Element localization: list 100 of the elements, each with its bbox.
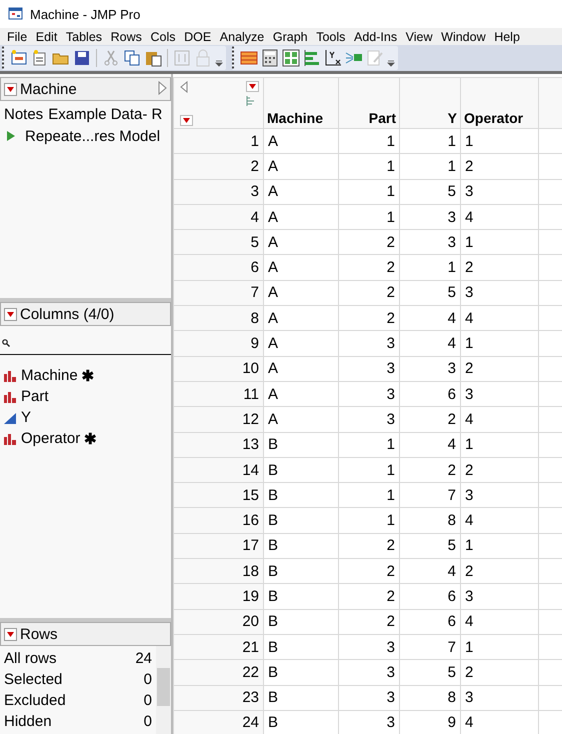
menu-item[interactable]: Tables xyxy=(62,30,108,44)
row-number[interactable]: 13 xyxy=(174,432,264,458)
row-number[interactable]: 9 xyxy=(174,330,264,356)
table-cell: A xyxy=(264,179,338,204)
column-name[interactable]: Operator xyxy=(21,430,80,447)
table-cell: 1 xyxy=(460,230,538,255)
table-cell: B xyxy=(264,533,338,559)
table-cell: 3 xyxy=(400,356,460,382)
menu-item[interactable]: View xyxy=(402,30,438,44)
table-cell: B xyxy=(264,508,338,534)
row-number[interactable]: 8 xyxy=(174,306,264,331)
row-number[interactable]: 21 xyxy=(174,634,264,660)
run-script-icon[interactable] xyxy=(6,130,16,142)
row-number[interactable]: 19 xyxy=(174,584,264,610)
column-name[interactable]: Part xyxy=(21,388,49,405)
row-number[interactable]: 10 xyxy=(174,356,264,382)
sort-icon[interactable] xyxy=(246,96,256,106)
menu-item[interactable]: Help xyxy=(491,30,526,44)
row-number[interactable]: 5 xyxy=(174,230,264,255)
grid-icon[interactable] xyxy=(282,49,300,67)
copy-icon[interactable] xyxy=(123,49,141,67)
row-number[interactable]: 24 xyxy=(174,710,264,734)
column-header[interactable]: Part xyxy=(338,78,400,128)
table-cell: A xyxy=(264,128,338,154)
table-cell: A xyxy=(264,381,338,407)
column-name[interactable]: Y xyxy=(21,409,32,426)
table-cell: A xyxy=(264,330,338,356)
table-cell: B xyxy=(264,609,338,634)
table-cell: 1 xyxy=(338,154,400,180)
table-cell: 2 xyxy=(460,254,538,280)
row-number[interactable]: 4 xyxy=(174,204,264,230)
fit-y-by-x-icon[interactable] xyxy=(324,49,342,67)
table-cell: 2 xyxy=(338,230,400,255)
row-number[interactable]: 3 xyxy=(174,179,264,204)
menu-item[interactable]: Tools xyxy=(313,30,351,44)
save-icon[interactable] xyxy=(73,49,91,67)
column-header[interactable]: Y xyxy=(400,78,460,128)
panel-title: Columns (4/0) xyxy=(20,306,114,322)
panel-title: Machine xyxy=(20,80,77,98)
paste-icon[interactable] xyxy=(144,49,162,67)
data-table-icon[interactable] xyxy=(240,49,258,67)
table-cell: 3 xyxy=(338,634,400,660)
row-state-label: Selected xyxy=(4,671,62,688)
table-variable-label[interactable]: Notes xyxy=(4,106,44,122)
table-cell: B xyxy=(264,584,338,610)
table-cell: B xyxy=(264,558,338,584)
new-table-icon[interactable] xyxy=(10,49,28,67)
calculator-icon[interactable] xyxy=(261,49,279,67)
collapse-icon[interactable] xyxy=(180,81,188,93)
menu-item[interactable]: Analyze xyxy=(216,30,270,44)
dropdown-icon[interactable] xyxy=(246,81,259,92)
nominal-icon xyxy=(4,370,17,382)
table-cell: B xyxy=(264,685,338,710)
row-number[interactable]: 20 xyxy=(174,609,264,634)
row-number[interactable]: 15 xyxy=(174,482,264,508)
row-state-label: All rows xyxy=(4,650,57,667)
row-number[interactable]: 16 xyxy=(174,508,264,534)
menu-item[interactable]: File xyxy=(4,30,33,44)
row-number[interactable]: 17 xyxy=(174,533,264,559)
table-cell: 2 xyxy=(338,584,400,610)
menu-item[interactable]: Cols xyxy=(147,30,182,44)
column-header[interactable]: Machine xyxy=(264,78,338,128)
row-number[interactable]: 12 xyxy=(174,406,264,432)
table-cell: 4 xyxy=(460,406,538,432)
row-number[interactable]: 6 xyxy=(174,254,264,280)
column-header[interactable]: Operator xyxy=(460,78,538,128)
table-script[interactable]: Repeate...res Model xyxy=(25,128,160,144)
dropdown-icon[interactable] xyxy=(180,115,193,126)
row-number[interactable]: 18 xyxy=(174,558,264,584)
table-cell: 1 xyxy=(338,204,400,230)
menu-item[interactable]: Graph xyxy=(270,30,314,44)
table-cell: 3 xyxy=(338,356,400,382)
table-cell: B xyxy=(264,634,338,660)
table-cell: 2 xyxy=(338,254,400,280)
dropdown-icon[interactable] xyxy=(4,82,17,96)
dropdown-icon[interactable] xyxy=(4,308,17,320)
table-cell: A xyxy=(264,356,338,382)
row-number[interactable]: 22 xyxy=(174,660,264,686)
collapse-icon[interactable] xyxy=(158,81,167,95)
table-cell: 1 xyxy=(460,634,538,660)
bar-chart-icon[interactable] xyxy=(303,49,321,67)
table-cell: 3 xyxy=(338,660,400,686)
role-icon: ✱ xyxy=(84,430,98,448)
menu-item[interactable]: DOE xyxy=(181,30,217,44)
row-number[interactable]: 2 xyxy=(174,154,264,180)
scrollbar[interactable] xyxy=(156,646,171,734)
menu-item[interactable]: Window xyxy=(438,30,492,44)
table-cell: 5 xyxy=(400,280,460,306)
menu-item[interactable]: Rows xyxy=(108,30,148,44)
dropdown-icon[interactable] xyxy=(4,628,17,640)
table-cell: 2 xyxy=(338,306,400,331)
row-number[interactable]: 23 xyxy=(174,685,264,710)
row-number[interactable]: 11 xyxy=(174,381,264,407)
row-number[interactable]: 14 xyxy=(174,457,264,483)
row-number[interactable]: 1 xyxy=(174,128,264,154)
row-number[interactable]: 7 xyxy=(174,280,264,306)
column-name[interactable]: Machine xyxy=(21,367,78,384)
menu-item[interactable]: Edit xyxy=(32,30,63,44)
table-cell: 3 xyxy=(400,230,460,255)
menu-item[interactable]: Add-Ins xyxy=(350,30,403,44)
